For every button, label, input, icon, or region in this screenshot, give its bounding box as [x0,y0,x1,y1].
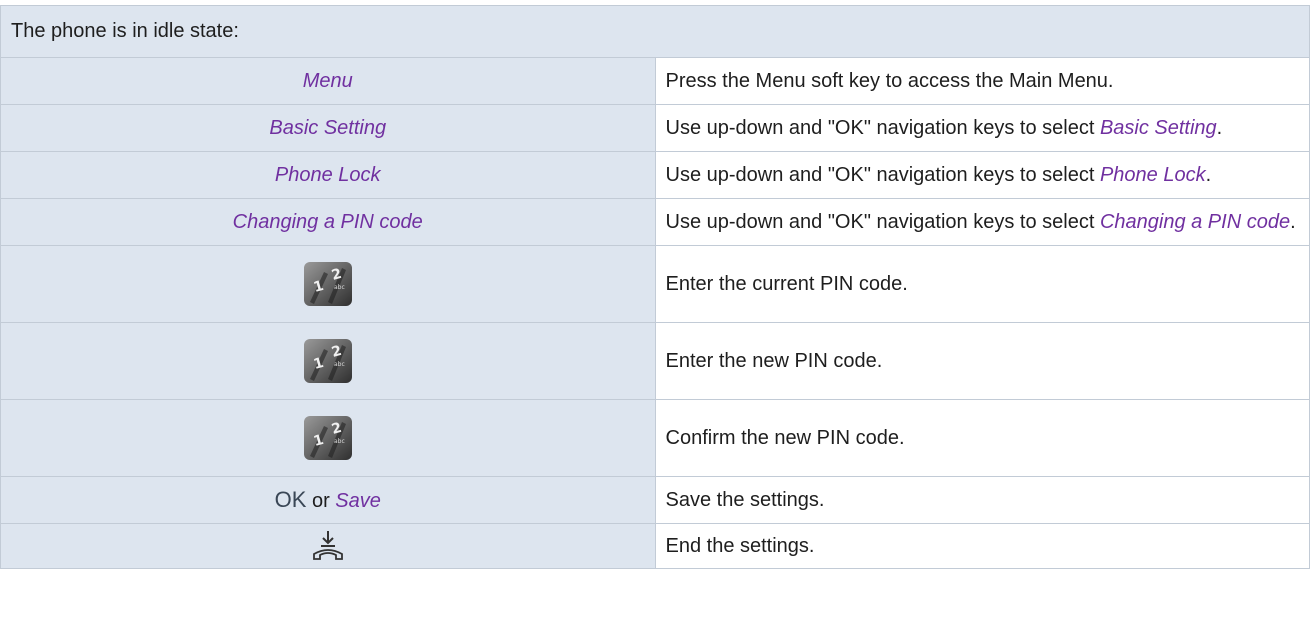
step-key: 1 2 abc [0,245,656,323]
table-row: 1 2 abc Enter the current PIN code. [0,245,1310,323]
step-key: 1 2 abc [0,399,656,477]
step-text: Use up-down and "OK" navigation keys to … [665,116,1100,139]
step-text-end: . [1216,116,1223,139]
step-key: Changing a PIN code [0,198,656,246]
step-description: Enter the new PIN code. [654,322,1310,400]
step-key: Phone Lock [0,151,656,199]
save-key-label: Save [335,490,381,512]
svg-text:abc: abc [334,438,345,445]
svg-text:abc: abc [334,284,345,291]
keypad-icon: 1 2 abc [302,258,354,310]
step-description: Use up-down and "OK" navigation keys to … [654,104,1310,152]
step-description: Use up-down and "OK" navigation keys to … [654,198,1310,246]
step-key: Basic Setting [0,104,656,152]
step-key: Menu [0,57,656,105]
table-row: Changing a PIN code Use up-down and "OK"… [0,198,1310,246]
step-text: Use up-down and "OK" navigation keys to … [665,210,1100,233]
step-text-emphasis: Basic Setting [1099,116,1217,139]
table-header: The phone is in idle state: [0,5,1310,58]
step-text-end: . [1205,163,1212,186]
table-row: 1 2 abc Enter the new PIN code. [0,322,1310,400]
ok-key-label: OK [274,487,307,512]
basic-setting-label: Basic Setting [269,116,387,139]
step-key: 1 2 abc [0,322,656,400]
changing-pin-label: Changing a PIN code [232,210,423,233]
table-row: OK or Save Save the settings. [0,476,1310,524]
table-header-row: The phone is in idle state: [0,5,1310,58]
keypad-icon: 1 2 abc [302,412,354,464]
step-description: Enter the current PIN code. [654,245,1310,323]
menu-key-label: Menu [302,69,353,92]
table-row: 1 2 abc Confirm the new PIN code. [0,399,1310,477]
table-row: End the settings. [0,523,1310,569]
step-description: Use up-down and "OK" navigation keys to … [654,151,1310,199]
step-key: OK or Save [0,476,656,524]
table-row: Phone Lock Use up-down and "OK" navigati… [0,151,1310,199]
svg-text:abc: abc [334,361,345,368]
step-description: Save the settings. [654,476,1310,524]
step-description: Confirm the new PIN code. [654,399,1310,477]
step-description: Press the Menu soft key to access the Ma… [654,57,1310,105]
or-label: or [306,490,336,512]
page: The phone is in idle state: Menu Press t… [0,0,1310,638]
step-text-emphasis: Changing a PIN code [1099,210,1291,233]
step-text: Use up-down and "OK" navigation keys to … [665,163,1100,186]
step-text-end: . [1290,210,1296,233]
table-row: Basic Setting Use up-down and "OK" navig… [0,104,1310,152]
step-description: End the settings. [654,523,1310,569]
step-text-emphasis: Phone Lock [1099,163,1206,186]
procedure-table: The phone is in idle state: Menu Press t… [0,5,1310,569]
hang-up-icon [310,529,346,563]
table-row: Menu Press the Menu soft key to access t… [0,57,1310,105]
step-key [0,523,656,569]
phone-lock-label: Phone Lock [274,163,381,186]
keypad-icon: 1 2 abc [302,335,354,387]
